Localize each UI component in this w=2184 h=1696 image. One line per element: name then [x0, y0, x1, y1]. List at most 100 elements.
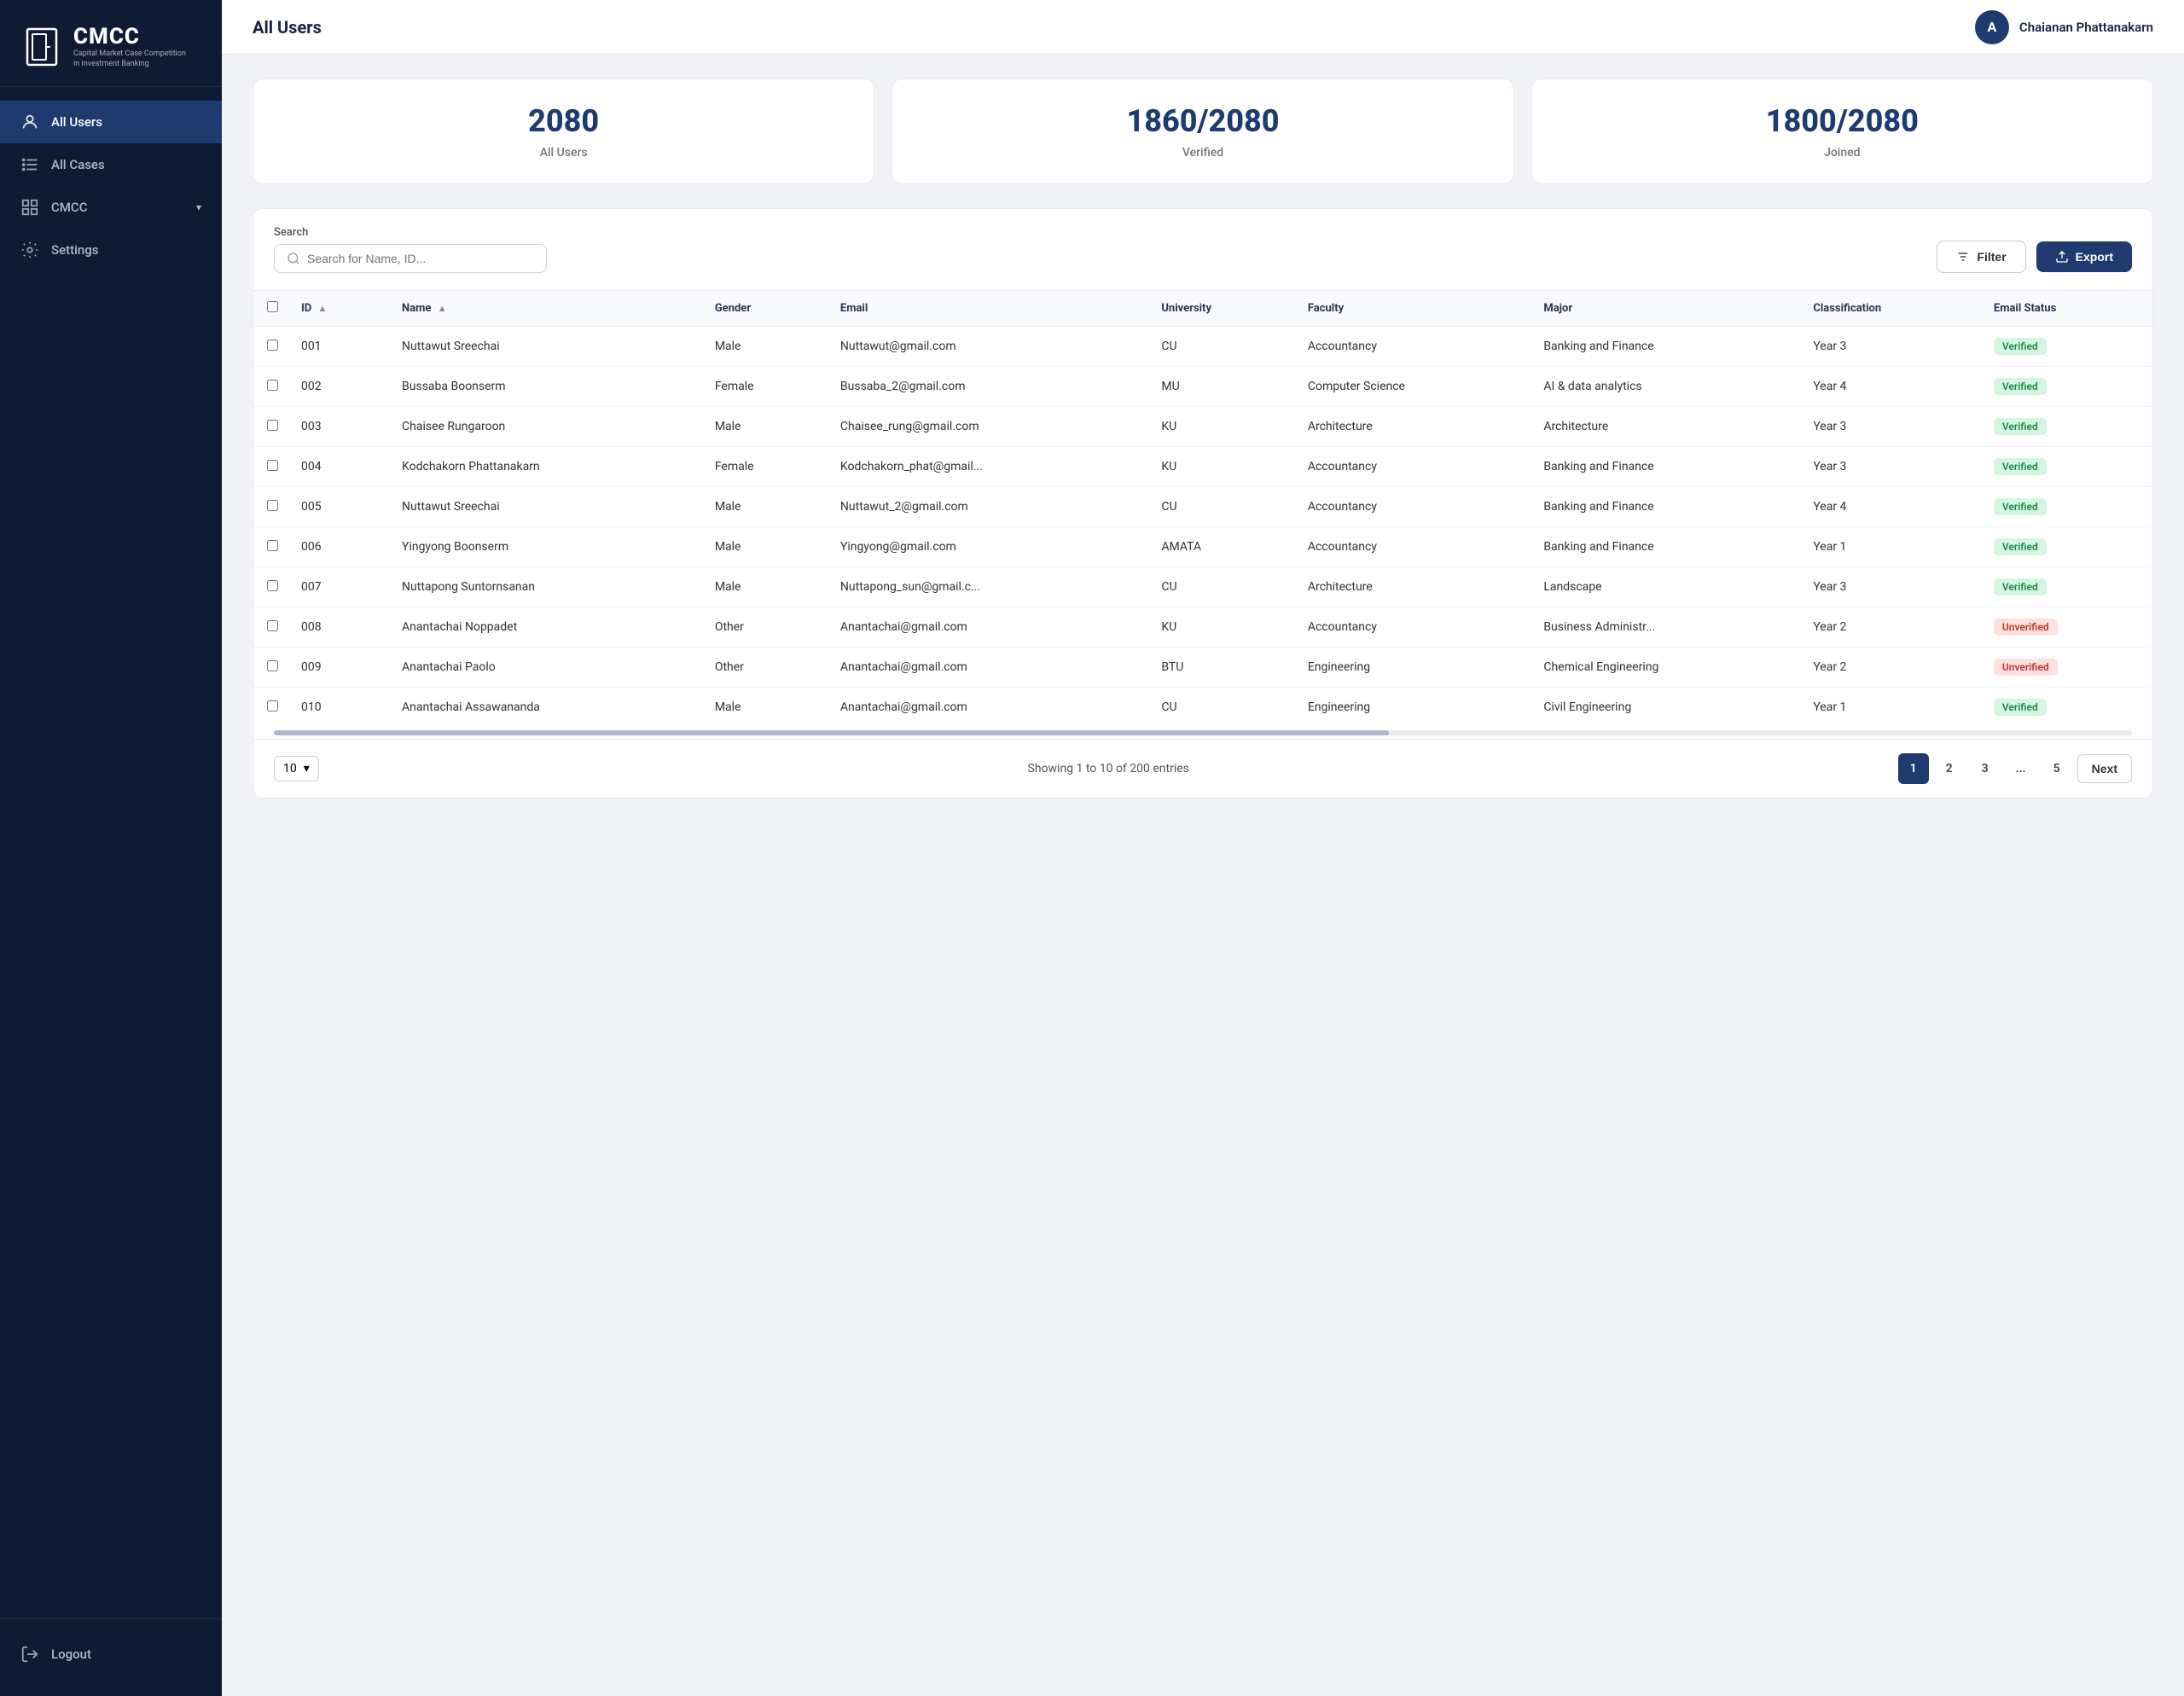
row-email: Yingyong@gmail.com	[827, 527, 1147, 567]
status-badge: Verified	[1994, 538, 2047, 555]
row-checkbox[interactable]	[267, 460, 278, 471]
table-row: 008 Anantachai Noppadet Other Anantachai…	[253, 607, 2152, 648]
table-row: 009 Anantachai Paolo Other Anantachai@gm…	[253, 648, 2152, 688]
row-checkbox[interactable]	[267, 660, 278, 671]
avatar: A	[1975, 10, 2009, 44]
stat-label-all-users: All Users	[540, 146, 588, 160]
row-name: Bussaba Boonserm	[388, 367, 701, 407]
table-row: 002 Bussaba Boonserm Female Bussaba_2@gm…	[253, 367, 2152, 407]
page-size-select: 10 ▾	[274, 756, 319, 781]
row-university: BTU	[1147, 648, 1293, 688]
row-id: 006	[288, 527, 388, 567]
row-major: Banking and Finance	[1530, 527, 1799, 567]
table-row: 001 Nuttawut Sreechai Male Nuttawut@gmai…	[253, 327, 2152, 367]
user-icon	[20, 113, 39, 131]
row-major: Architecture	[1530, 407, 1799, 447]
sidebar-nav: All Users All Cases CMCC ▾ Settings	[0, 87, 222, 1618]
row-checkbox[interactable]	[267, 500, 278, 511]
stat-label-joined: Joined	[1824, 146, 1860, 160]
row-checkbox[interactable]	[267, 540, 278, 551]
row-id: 008	[288, 607, 388, 648]
row-major: AI & data analytics	[1530, 367, 1799, 407]
page-btn-2[interactable]: 2	[1934, 753, 1965, 784]
table-toolbar: Search Filter	[253, 209, 2152, 290]
row-faculty: Accountancy	[1294, 607, 1530, 648]
row-checkbox-cell	[253, 527, 288, 567]
page-size-dropdown[interactable]: 10 ▾	[274, 756, 319, 781]
row-email: Bussaba_2@gmail.com	[827, 367, 1147, 407]
page-btn-1[interactable]: 1	[1898, 753, 1929, 784]
content-area: 2080 All Users 1860/2080 Verified 1800/2…	[222, 55, 2184, 1696]
row-name: Anantachai Assawananda	[388, 688, 701, 728]
stat-value-joined: 1800/2080	[1766, 103, 1919, 139]
row-checkbox-cell	[253, 407, 288, 447]
next-button[interactable]: Next	[2077, 754, 2132, 783]
row-name: Anantachai Noppadet	[388, 607, 701, 648]
user-name: Chaianan Phattanakarn	[2019, 20, 2153, 35]
sort-name-icon[interactable]: ▲	[438, 303, 447, 314]
row-major: Banking and Finance	[1530, 447, 1799, 487]
col-gender: Gender	[701, 291, 827, 327]
pagination-info: Showing 1 to 10 of 200 entries	[1028, 762, 1189, 775]
row-status: Verified	[1980, 527, 2152, 567]
export-button-label: Export	[2076, 250, 2113, 264]
sort-id-icon[interactable]: ▲	[318, 303, 328, 314]
scrollbar-thumb[interactable]	[274, 730, 1389, 735]
stats-row: 2080 All Users 1860/2080 Verified 1800/2…	[253, 78, 2153, 184]
row-gender: Male	[701, 688, 827, 728]
row-classification: Year 3	[1799, 407, 1980, 447]
sidebar-item-logout[interactable]: Logout	[0, 1633, 222, 1676]
row-checkbox-cell	[253, 648, 288, 688]
search-group: Search	[274, 226, 547, 273]
col-checkbox	[253, 291, 288, 327]
row-gender: Male	[701, 527, 827, 567]
row-faculty: Accountancy	[1294, 527, 1530, 567]
col-faculty: Faculty	[1294, 291, 1530, 327]
export-button[interactable]: Export	[2036, 241, 2132, 272]
row-id: 005	[288, 487, 388, 527]
search-input[interactable]	[307, 252, 534, 265]
row-gender: Other	[701, 648, 827, 688]
chevron-down-icon: ▾	[196, 201, 201, 213]
col-university: University	[1147, 291, 1293, 327]
row-gender: Male	[701, 407, 827, 447]
row-checkbox[interactable]	[267, 580, 278, 591]
row-gender: Male	[701, 567, 827, 607]
sidebar-item-all-users[interactable]: All Users	[0, 101, 222, 143]
sidebar-item-all-cases[interactable]: All Cases	[0, 143, 222, 186]
sidebar-item-settings-label: Settings	[51, 242, 99, 258]
filter-button[interactable]: Filter	[1937, 241, 2025, 273]
row-checkbox[interactable]	[267, 700, 278, 712]
row-checkbox[interactable]	[267, 340, 278, 351]
main-content: All Users A Chaianan Phattanakarn 2080 A…	[222, 0, 2184, 1696]
row-name: Nuttawut Sreechai	[388, 487, 701, 527]
stat-card-verified: 1860/2080 Verified	[892, 78, 1513, 184]
page-btn-5[interactable]: 5	[2042, 753, 2072, 784]
row-checkbox[interactable]	[267, 420, 278, 431]
row-gender: Male	[701, 487, 827, 527]
row-checkbox-cell	[253, 567, 288, 607]
table-wrapper: ID ▲ Name ▲ Gender Email University Facu…	[253, 290, 2152, 727]
row-checkbox[interactable]	[267, 620, 278, 631]
row-faculty: Computer Science	[1294, 367, 1530, 407]
row-faculty: Accountancy	[1294, 327, 1530, 367]
sidebar-item-settings[interactable]: Settings	[0, 229, 222, 271]
users-table: ID ▲ Name ▲ Gender Email University Facu…	[253, 290, 2152, 727]
page-btn-3[interactable]: 3	[1970, 753, 2001, 784]
logo-cmcc-text: CMCC	[73, 24, 186, 49]
row-faculty: Engineering	[1294, 648, 1530, 688]
logo-icon	[20, 26, 63, 68]
col-email-status: Email Status	[1980, 291, 2152, 327]
table-scrollbar[interactable]	[253, 727, 2152, 739]
row-id: 009	[288, 648, 388, 688]
status-badge: Unverified	[1994, 659, 2058, 676]
row-faculty: Architecture	[1294, 567, 1530, 607]
row-status: Verified	[1980, 487, 2152, 527]
row-email: Anantachai@gmail.com	[827, 688, 1147, 728]
sidebar-item-cmcc[interactable]: CMCC ▾	[0, 186, 222, 229]
row-checkbox[interactable]	[267, 380, 278, 391]
row-name: Nuttapong Suntornsanan	[388, 567, 701, 607]
row-classification: Year 3	[1799, 567, 1980, 607]
sidebar-item-cmcc-label: CMCC	[51, 200, 88, 215]
select-all-checkbox[interactable]	[267, 301, 278, 312]
